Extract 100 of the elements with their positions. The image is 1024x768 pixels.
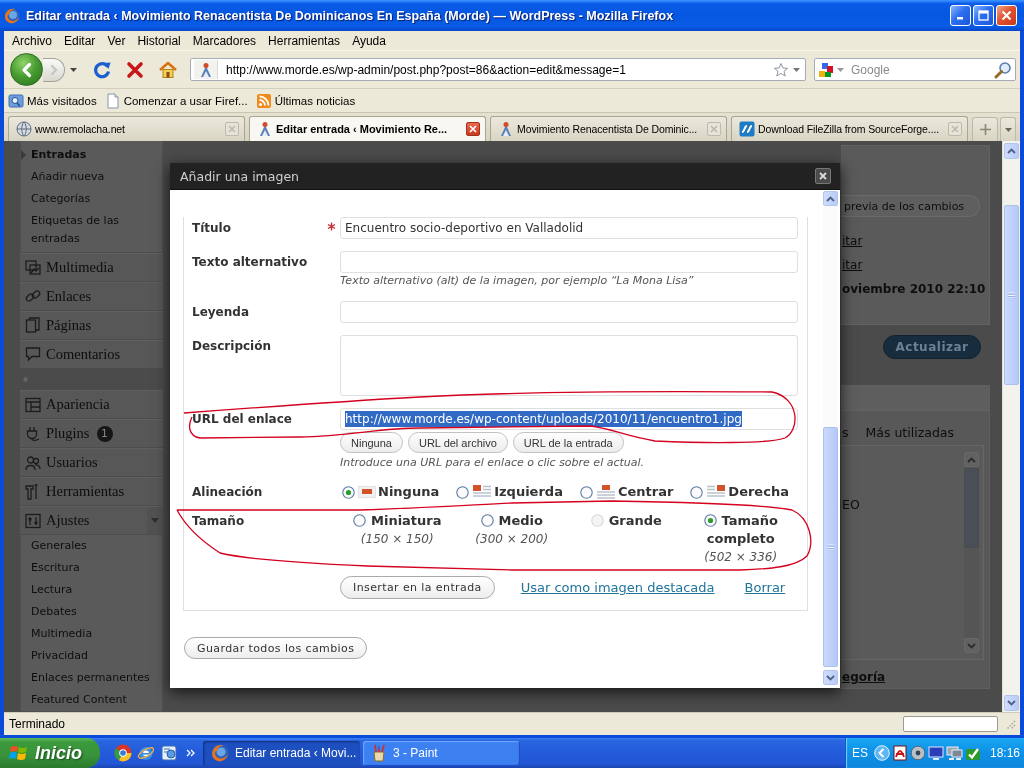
chevron-double-icon[interactable] bbox=[186, 748, 196, 758]
dialog-close-button[interactable] bbox=[815, 168, 831, 184]
star-icon[interactable] bbox=[773, 61, 789, 78]
disc-icon[interactable] bbox=[910, 745, 926, 761]
link-preset-button[interactable]: Ninguna bbox=[340, 432, 403, 453]
monitor-icon[interactable] bbox=[928, 745, 944, 761]
admin-submenu-item[interactable]: Enlaces permanentes bbox=[21, 667, 162, 690]
start-button[interactable]: Inicio bbox=[0, 738, 100, 768]
scroll-down-button[interactable] bbox=[964, 638, 979, 653]
scroll-up-button[interactable] bbox=[964, 452, 979, 467]
update-button[interactable]: Actualizar bbox=[883, 335, 981, 359]
admin-submenu-item[interactable]: Etiquetas de las entradas bbox=[21, 210, 162, 250]
dropdown-arrow-icon[interactable] bbox=[793, 67, 800, 72]
color-blocks-icon[interactable] bbox=[818, 61, 834, 78]
scrollbar-thumb[interactable] bbox=[823, 427, 838, 667]
category-tab[interactable]: Más utilizadas bbox=[864, 425, 955, 441]
circle-logo-icon[interactable] bbox=[114, 744, 132, 762]
admin-submenu-item[interactable]: Lectura bbox=[21, 579, 162, 602]
menu-bar-item[interactable]: Archivo bbox=[6, 33, 58, 48]
radio-button[interactable] bbox=[690, 485, 704, 499]
forward-button[interactable] bbox=[43, 57, 65, 82]
dropdown-arrow-icon[interactable] bbox=[70, 67, 77, 72]
close-tab-button[interactable] bbox=[466, 122, 480, 136]
alignment-option[interactable]: Izquierda bbox=[456, 483, 563, 501]
minimize-button[interactable] bbox=[950, 5, 971, 26]
menu-bar-item[interactable]: Marcadores bbox=[186, 33, 263, 48]
site-identity-button[interactable] bbox=[194, 60, 218, 79]
save-all-button[interactable]: Guardar todos los cambios bbox=[184, 637, 368, 659]
stop-icon[interactable] bbox=[126, 60, 144, 79]
taskbar-button[interactable]: Editar entrada ‹ Movi... bbox=[203, 740, 360, 766]
admin-submenu-item[interactable]: Multimedia bbox=[21, 623, 162, 646]
menu-bar-item[interactable]: Editar bbox=[58, 33, 102, 48]
delete-link[interactable]: Borrar bbox=[744, 580, 786, 595]
size-option[interactable]: Tamaño completo bbox=[683, 512, 798, 548]
radio-button[interactable] bbox=[703, 514, 717, 527]
alignment-option[interactable]: Derecha bbox=[690, 483, 789, 501]
size-option[interactable]: Miniatura bbox=[353, 512, 442, 530]
radio-button[interactable] bbox=[342, 485, 355, 499]
reload-icon[interactable] bbox=[92, 59, 112, 80]
browser-tab[interactable]: Movimiento Renacentista De Dominic... bbox=[490, 116, 727, 141]
chevron-circle-icon[interactable] bbox=[874, 745, 890, 761]
url-field[interactable]: http://www.morde.es/wp-admin/post.php?post=86&action=edit&message=1 bbox=[222, 60, 769, 79]
search-field[interactable]: Google bbox=[847, 60, 991, 79]
new-tab-button[interactable] bbox=[972, 117, 998, 141]
bookmark-item[interactable]: Comenzar a usar Firef... bbox=[104, 92, 248, 109]
search-box[interactable]: Google bbox=[814, 58, 1016, 81]
link-url-field[interactable]: http://www.morde.es/wp-content/uploads/2010/11/encuentro1.jpg bbox=[340, 408, 798, 430]
browser-tab[interactable]: Download FileZilla from SourceForge.... bbox=[731, 116, 968, 141]
admin-submenu-item[interactable]: Escritura bbox=[21, 557, 162, 580]
textarea-field[interactable] bbox=[340, 335, 798, 396]
address-bar[interactable]: http://www.morde.es/wp-admin/post.php?post=86&action=edit&message=1 bbox=[190, 58, 806, 81]
menu-bar-item[interactable]: Historial bbox=[131, 33, 187, 48]
preview-button[interactable]: previa de los cambios bbox=[841, 195, 980, 217]
admin-menu-item[interactable]: Plugins 1 bbox=[20, 419, 163, 449]
insert-button[interactable]: Insertar en la entrada bbox=[340, 576, 495, 599]
radio-button[interactable] bbox=[579, 485, 593, 499]
bookmark-item[interactable]: Últimas noticias bbox=[255, 92, 356, 109]
network-icon[interactable] bbox=[946, 745, 963, 761]
text-field[interactable] bbox=[340, 301, 798, 323]
link-preset-button[interactable]: URL del archivo bbox=[408, 432, 508, 453]
document-icon[interactable] bbox=[892, 745, 908, 761]
text-field[interactable]: Encuentro socio-deportivo en Valladolid bbox=[340, 217, 798, 239]
maximize-button[interactable] bbox=[973, 5, 994, 26]
menu-bar-item[interactable]: Herramientas bbox=[262, 33, 347, 48]
admin-submenu-item[interactable]: Featured Content bbox=[21, 689, 162, 712]
search-icon[interactable] bbox=[994, 60, 1012, 79]
size-option[interactable]: Medio bbox=[480, 512, 543, 530]
scroll-up-button[interactable] bbox=[1004, 143, 1019, 159]
scroll-down-button[interactable] bbox=[1004, 695, 1019, 711]
browser-tab[interactable]: Editar entrada ‹ Movimiento Re... bbox=[249, 116, 486, 141]
taskbar-button[interactable]: 3 - Paint bbox=[363, 740, 520, 766]
admin-submenu-item[interactable]: Debates bbox=[21, 601, 162, 624]
scroll-up-button[interactable] bbox=[823, 191, 838, 206]
admin-submenu-item[interactable]: Generales bbox=[21, 535, 162, 558]
admin-submenu-item[interactable]: Añadir nueva bbox=[21, 166, 162, 188]
globe-ring-icon[interactable] bbox=[137, 744, 155, 762]
radio-button[interactable] bbox=[353, 514, 366, 527]
tab-list-button[interactable] bbox=[1000, 117, 1016, 141]
link-preset-button[interactable]: URL de la entrada bbox=[512, 432, 624, 453]
admin-submenu-item[interactable]: Entradas bbox=[21, 144, 162, 166]
radio-button[interactable] bbox=[456, 485, 470, 499]
admin-submenu-item[interactable]: Categorías bbox=[21, 188, 162, 210]
alignment-option[interactable]: Centrar bbox=[579, 483, 674, 501]
alignment-option[interactable]: Ninguna bbox=[342, 483, 440, 501]
text-field[interactable] bbox=[340, 251, 798, 273]
close-button[interactable] bbox=[996, 5, 1017, 26]
scrollbar-thumb[interactable] bbox=[964, 468, 979, 548]
language-indicator[interactable]: ES bbox=[852, 746, 868, 760]
browser-tab[interactable]: www.remolacha.net bbox=[8, 116, 245, 141]
menu-bar-item[interactable]: Ayuda bbox=[346, 33, 392, 48]
add-category-link[interactable]: egoría bbox=[841, 670, 886, 684]
radio-button[interactable] bbox=[480, 514, 494, 527]
scrollbar-thumb[interactable] bbox=[1004, 205, 1019, 385]
menu-bar-item[interactable]: Ver bbox=[101, 33, 132, 48]
home-icon[interactable] bbox=[158, 59, 178, 80]
scroll-down-button[interactable] bbox=[823, 670, 838, 685]
back-button[interactable] bbox=[10, 53, 43, 86]
bookmark-item[interactable]: Más visitados bbox=[8, 92, 97, 109]
featured-image-link[interactable]: Usar como imagen destacada bbox=[520, 580, 715, 595]
app-window-icon[interactable] bbox=[160, 744, 178, 762]
